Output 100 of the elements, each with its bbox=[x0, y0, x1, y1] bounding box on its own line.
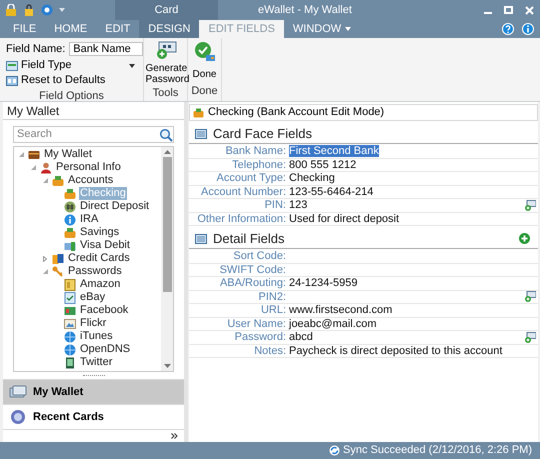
password-generator-icon bbox=[154, 41, 176, 61]
password-generator-icon[interactable] bbox=[524, 200, 536, 211]
tree-item[interactable]: Passwords bbox=[67, 265, 123, 278]
tree-item[interactable]: Personal Info bbox=[55, 161, 122, 174]
password-generator-icon[interactable] bbox=[524, 332, 536, 343]
tree-item-icon bbox=[40, 162, 52, 174]
field-value[interactable]: 800 555 1212 bbox=[289, 158, 356, 171]
tree-item-icon bbox=[64, 304, 76, 316]
password-generator-icon[interactable] bbox=[524, 291, 536, 302]
field-value[interactable]: 24-1234-5959 bbox=[289, 277, 358, 290]
bank-account-icon bbox=[193, 108, 204, 118]
ribbon-tab[interactable]: WINDOW bbox=[284, 20, 350, 38]
search-icon[interactable] bbox=[159, 128, 173, 142]
collapse-arrow-icon[interactable] bbox=[42, 178, 48, 183]
tree-item[interactable]: eBay bbox=[79, 291, 106, 304]
card-header: Checking (Bank Account Edit Mode) bbox=[208, 105, 384, 120]
done-button[interactable]: Done bbox=[192, 41, 216, 82]
tree-item-icon bbox=[64, 278, 76, 290]
tree-item-icon bbox=[28, 148, 40, 160]
tree-item[interactable]: Direct Deposit bbox=[79, 200, 150, 213]
tree-item[interactable]: My Wallet bbox=[43, 148, 93, 161]
field-value[interactable]: abcd bbox=[289, 331, 313, 344]
field-label: PIN: bbox=[264, 198, 287, 213]
field-label: Password: bbox=[234, 330, 287, 345]
tree-item-icon bbox=[64, 188, 76, 200]
tree-item[interactable]: Credit Cards bbox=[67, 252, 131, 265]
navigation-button[interactable]: My Wallet bbox=[3, 379, 184, 404]
field-label: ABA/Routing: bbox=[218, 276, 287, 291]
field-value[interactable]: joeabc@mail.com bbox=[289, 318, 377, 330]
tree-item[interactable]: IRA bbox=[79, 213, 100, 226]
field-value[interactable]: First Second Bank bbox=[289, 145, 379, 158]
expand-arrow-icon[interactable] bbox=[43, 256, 47, 262]
navigation-icon bbox=[9, 384, 27, 400]
field-label: Other Information: bbox=[196, 212, 287, 226]
field-label: Sort Code: bbox=[232, 249, 287, 264]
help-icon[interactable] bbox=[502, 23, 514, 35]
collapse-arrow-icon[interactable] bbox=[30, 165, 36, 170]
field-label: Account Type: bbox=[215, 171, 287, 186]
info-icon[interactable] bbox=[522, 23, 534, 35]
add-icon[interactable] bbox=[519, 233, 530, 244]
field-label: Telephone: bbox=[231, 158, 287, 172]
field-label: User Name: bbox=[226, 316, 287, 332]
tree-item-icon bbox=[52, 174, 64, 186]
tree-item[interactable]: Twitter bbox=[79, 356, 114, 369]
chevron-icon[interactable] bbox=[171, 433, 178, 439]
caret-icon bbox=[128, 64, 135, 68]
tree-item[interactable]: Facebook bbox=[79, 304, 130, 317]
contextual-tab-group-header: Card bbox=[115, 0, 218, 20]
tree-item-icon bbox=[64, 330, 76, 342]
group-label: Tools bbox=[152, 86, 178, 101]
scroll-up-icon[interactable] bbox=[164, 150, 170, 154]
field-name-label: Field Name: bbox=[6, 42, 66, 57]
tree-item-icon bbox=[64, 344, 76, 356]
maximize-button[interactable] bbox=[504, 6, 513, 14]
panel-title: My Wallet bbox=[3, 102, 184, 120]
tree-item-icon bbox=[64, 318, 76, 330]
ribbon-tab[interactable]: DESIGN bbox=[139, 20, 200, 38]
tree-item[interactable]: Accounts bbox=[67, 174, 114, 187]
caret-icon[interactable] bbox=[59, 8, 65, 12]
tree-item[interactable]: iTunes bbox=[79, 330, 114, 343]
caret-icon[interactable] bbox=[345, 27, 352, 31]
field-label: Account Number: bbox=[200, 184, 287, 200]
search-input[interactable]: Search bbox=[14, 127, 159, 142]
field-value[interactable]: Checking bbox=[289, 172, 335, 184]
lock-icon[interactable] bbox=[5, 4, 17, 16]
tree-item-icon bbox=[52, 266, 64, 278]
field-label: SWIFT Code: bbox=[218, 262, 287, 278]
field-label: URL: bbox=[260, 303, 287, 318]
padlock-icon[interactable] bbox=[23, 4, 35, 16]
scrollbar[interactable] bbox=[161, 147, 173, 371]
field-value[interactable]: 123-55-6464-214 bbox=[289, 186, 374, 198]
field-value[interactable]: Paycheck is direct deposited to this account bbox=[289, 344, 502, 357]
field-type-icon bbox=[6, 60, 18, 70]
search-field[interactable]: Search bbox=[13, 126, 174, 143]
field-value[interactable]: www.firstsecond.com bbox=[289, 304, 392, 316]
collapse-arrow-icon[interactable] bbox=[18, 152, 24, 157]
scrollbar-thumb[interactable] bbox=[162, 157, 172, 292]
tree-item[interactable]: Flickr bbox=[79, 317, 108, 330]
section-title: Detail Fields bbox=[213, 230, 285, 248]
tree-item[interactable]: OpenDNS bbox=[79, 343, 132, 356]
field-value[interactable]: Used for direct deposit bbox=[289, 212, 400, 225]
tree-item-icon bbox=[64, 214, 76, 226]
section-title: Card Face Fields bbox=[213, 124, 312, 143]
ribbon-tab[interactable]: EDIT bbox=[96, 20, 140, 38]
field-name-input[interactable]: Bank Name bbox=[69, 42, 144, 56]
tree-item[interactable]: Amazon bbox=[79, 278, 122, 291]
collapse-arrow-icon[interactable] bbox=[42, 269, 48, 274]
group-label: Done bbox=[191, 84, 218, 98]
tree-item-icon bbox=[64, 200, 76, 212]
field-value[interactable]: 123 bbox=[289, 199, 308, 212]
tree-item-icon bbox=[64, 226, 76, 238]
scroll-down-icon[interactable] bbox=[164, 364, 170, 368]
ribbon-tab[interactable]: HOME bbox=[45, 20, 96, 38]
ribbon-tab[interactable]: FILE bbox=[4, 20, 46, 38]
reset-to-defaults-button[interactable]: Reset to Defaults bbox=[6, 73, 137, 88]
tree-item[interactable]: Savings bbox=[79, 226, 120, 239]
close-icon[interactable] bbox=[525, 6, 534, 14]
tree-item[interactable]: Visa Debit bbox=[79, 239, 131, 252]
field-type-dropdown[interactable]: Field Type bbox=[6, 58, 137, 73]
tree-item-icon bbox=[64, 356, 76, 368]
